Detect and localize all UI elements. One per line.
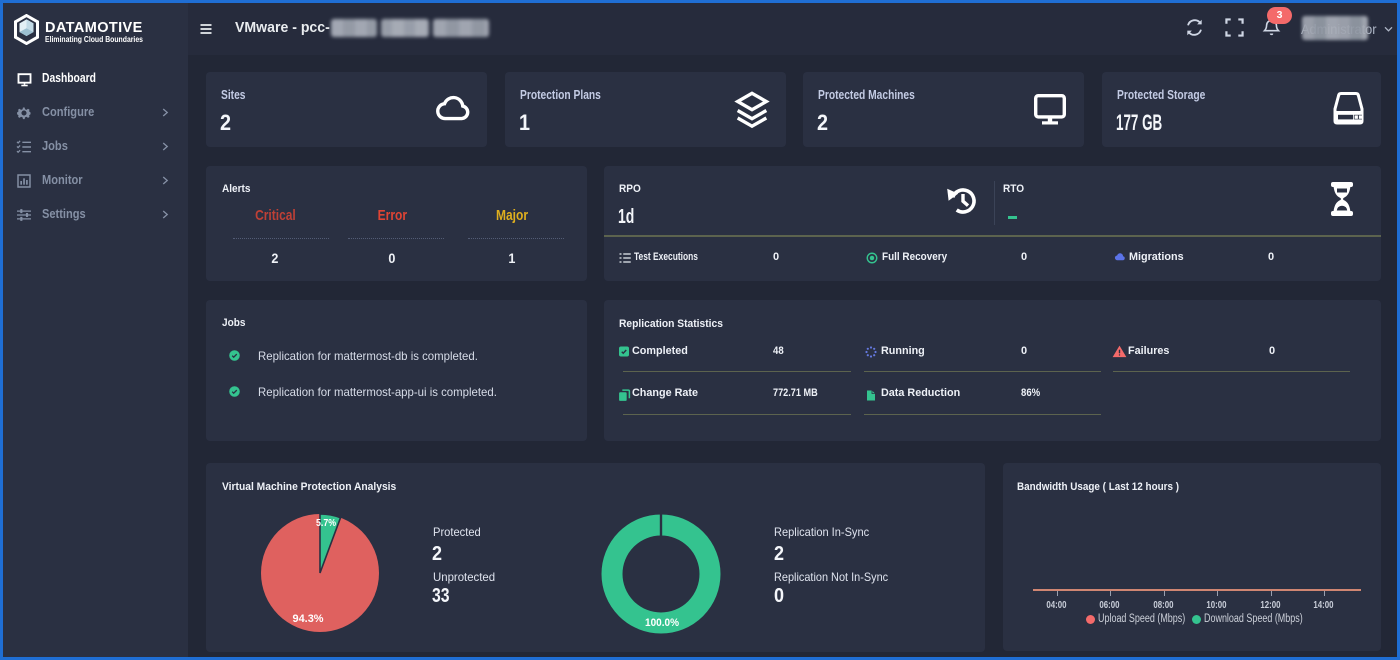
svg-text:5.7%: 5.7% <box>316 517 337 529</box>
svg-text:94.3%: 94.3% <box>293 613 324 625</box>
svg-text:100.0%: 100.0% <box>645 617 679 629</box>
